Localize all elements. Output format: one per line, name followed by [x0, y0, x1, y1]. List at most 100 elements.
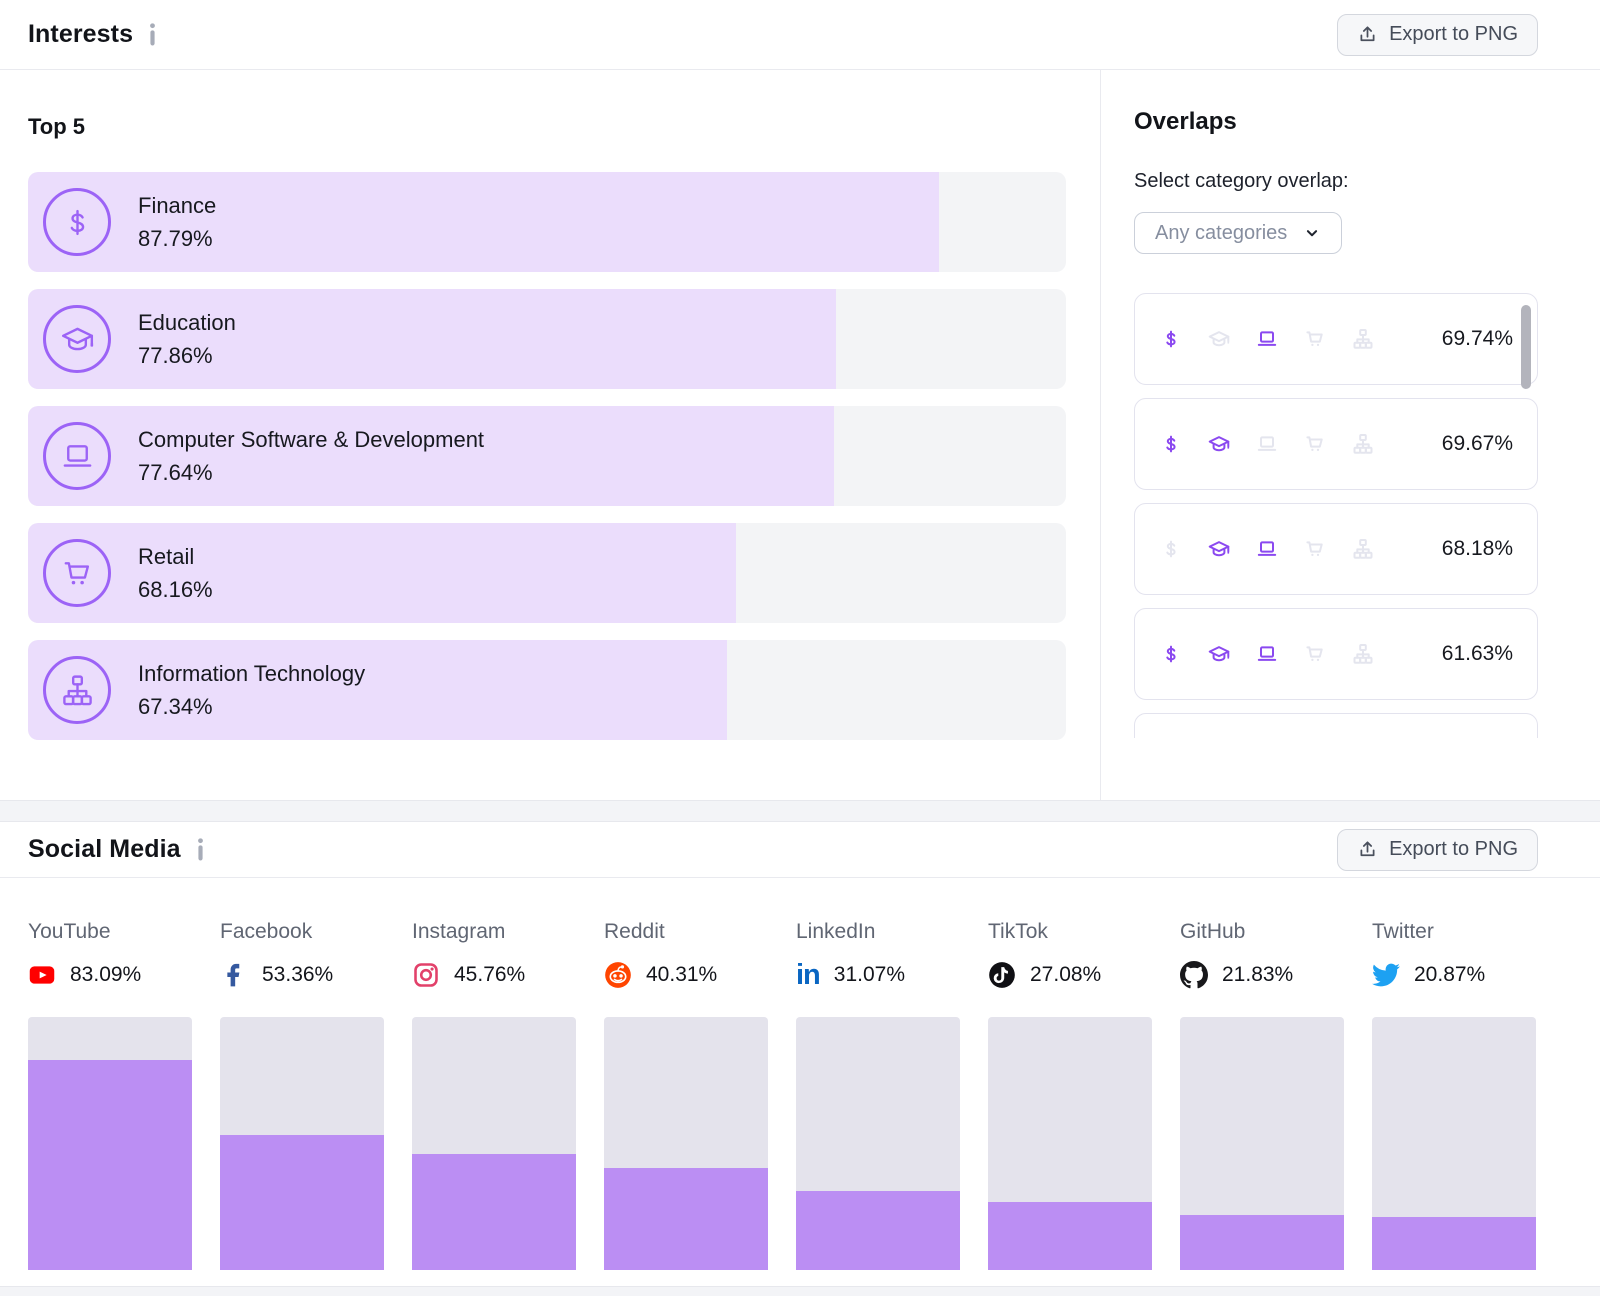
upload-icon	[1357, 839, 1378, 860]
export-png-label: Export to PNG	[1389, 23, 1518, 46]
platform-name: GitHub	[1180, 920, 1344, 946]
shopping-cart-icon	[43, 539, 111, 607]
network-icon	[1351, 642, 1375, 666]
linkedin-icon: in	[796, 961, 820, 989]
platform-percent: 20.87%	[1414, 963, 1485, 987]
social-column-youtube: YouTube 83.09%	[28, 920, 192, 1270]
platform-percent: 45.76%	[454, 963, 525, 987]
overlaps-title: Overlaps	[1134, 108, 1538, 136]
graduation-cap-icon	[1207, 432, 1231, 456]
top5-section: Top 5 Finance 87.79%	[0, 70, 1100, 800]
overlap-percent: 69.67%	[1442, 432, 1513, 456]
dollar-icon	[43, 188, 111, 256]
platform-percent: 40.31%	[646, 963, 717, 987]
youtube-icon	[28, 961, 56, 989]
interests-title: Interests	[28, 20, 133, 49]
platform-bar	[604, 1017, 768, 1270]
interests-panel: Interests Export to PNG Top 5 Finance 87…	[0, 0, 1600, 800]
platform-name: Facebook	[220, 920, 384, 946]
facebook-icon	[220, 961, 248, 989]
social-media-title: Social Media	[28, 835, 181, 864]
laptop-icon	[1255, 327, 1279, 351]
social-column-facebook: Facebook 53.36%	[220, 920, 384, 1270]
interest-percent: 68.16%	[138, 577, 213, 603]
social-column-twitter: Twitter 20.87%	[1372, 920, 1536, 1270]
platform-bar-fill	[1180, 1215, 1344, 1270]
overlap-percent: 69.74%	[1442, 327, 1513, 351]
platform-percent: 31.07%	[834, 963, 905, 987]
overlap-card-clipped[interactable]	[1134, 713, 1538, 738]
info-icon[interactable]	[195, 838, 206, 861]
overlap-percent: 68.18%	[1442, 537, 1513, 561]
platform-bar-fill	[796, 1191, 960, 1270]
platform-bar	[1180, 1017, 1344, 1270]
section-divider	[0, 1286, 1600, 1296]
network-icon	[1351, 432, 1375, 456]
platform-name: TikTok	[988, 920, 1152, 946]
shopping-cart-icon	[1303, 327, 1327, 351]
graduation-cap-icon	[43, 305, 111, 373]
interests-header: Interests Export to PNG	[0, 0, 1600, 70]
interest-row-education: Education 77.86%	[28, 289, 1066, 389]
laptop-icon	[1255, 432, 1279, 456]
laptop-icon	[43, 422, 111, 490]
platform-bar-fill	[220, 1135, 384, 1270]
platform-percent: 83.09%	[70, 963, 141, 987]
dollar-icon	[1159, 537, 1183, 561]
network-icon	[1351, 537, 1375, 561]
interest-label: Computer Software & Development	[138, 427, 484, 453]
social-platforms-grid: YouTube 83.09% Facebook 53.36%	[0, 920, 1600, 1270]
social-media-header: Social Media Export to PNG	[0, 822, 1600, 878]
interest-label: Education	[138, 310, 236, 336]
platform-bar	[220, 1017, 384, 1270]
dropdown-value: Any categories	[1155, 222, 1287, 245]
platform-name: YouTube	[28, 920, 192, 946]
export-png-button[interactable]: Export to PNG	[1337, 14, 1538, 56]
overlap-card[interactable]: 69.74%	[1134, 293, 1538, 385]
overlap-cards-list: 69.74% 69.67% 68.18%	[1134, 293, 1538, 738]
interest-percent: 87.79%	[138, 226, 216, 252]
overlap-card[interactable]: 68.18%	[1134, 503, 1538, 595]
chevron-down-icon	[1303, 224, 1321, 242]
interest-percent: 77.86%	[138, 343, 236, 369]
platform-percent: 21.83%	[1222, 963, 1293, 987]
category-overlap-dropdown[interactable]: Any categories	[1134, 212, 1342, 254]
platform-percent: 53.36%	[262, 963, 333, 987]
top5-bar-list: Finance 87.79% Education 77.86%	[28, 172, 1066, 740]
overlaps-scrollbar[interactable]	[1521, 305, 1531, 389]
platform-bar-fill	[604, 1168, 768, 1270]
interest-row-information-technology: Information Technology 67.34%	[28, 640, 1066, 740]
interest-percent: 67.34%	[138, 694, 365, 720]
platform-name: Reddit	[604, 920, 768, 946]
dollar-icon	[1159, 432, 1183, 456]
dollar-icon	[1159, 642, 1183, 666]
interest-label: Finance	[138, 193, 216, 219]
network-icon	[43, 656, 111, 724]
overlap-card[interactable]: 61.63%	[1134, 608, 1538, 700]
info-icon[interactable]	[147, 23, 158, 46]
overlap-select-label: Select category overlap:	[1134, 170, 1538, 193]
platform-bar	[796, 1017, 960, 1270]
shopping-cart-icon	[1303, 537, 1327, 561]
shopping-cart-icon	[1303, 642, 1327, 666]
graduation-cap-icon	[1207, 642, 1231, 666]
platform-bar-fill	[988, 1202, 1152, 1271]
interest-label: Information Technology	[138, 661, 365, 687]
reddit-icon	[604, 961, 632, 989]
interest-label: Retail	[138, 544, 213, 570]
github-icon	[1180, 961, 1208, 989]
social-column-github: GitHub 21.83%	[1180, 920, 1344, 1270]
export-png-button[interactable]: Export to PNG	[1337, 829, 1538, 871]
shopping-cart-icon	[1303, 432, 1327, 456]
network-icon	[1351, 327, 1375, 351]
interest-percent: 77.64%	[138, 460, 484, 486]
overlap-card[interactable]: 69.67%	[1134, 398, 1538, 490]
overlap-percent: 61.63%	[1442, 642, 1513, 666]
platform-bar-fill	[28, 1060, 192, 1270]
interest-row-computer-software: Computer Software & Development 77.64%	[28, 406, 1066, 506]
graduation-cap-icon	[1207, 327, 1231, 351]
interest-row-finance: Finance 87.79%	[28, 172, 1066, 272]
laptop-icon	[1255, 537, 1279, 561]
platform-name: Twitter	[1372, 920, 1536, 946]
platform-name: LinkedIn	[796, 920, 960, 946]
